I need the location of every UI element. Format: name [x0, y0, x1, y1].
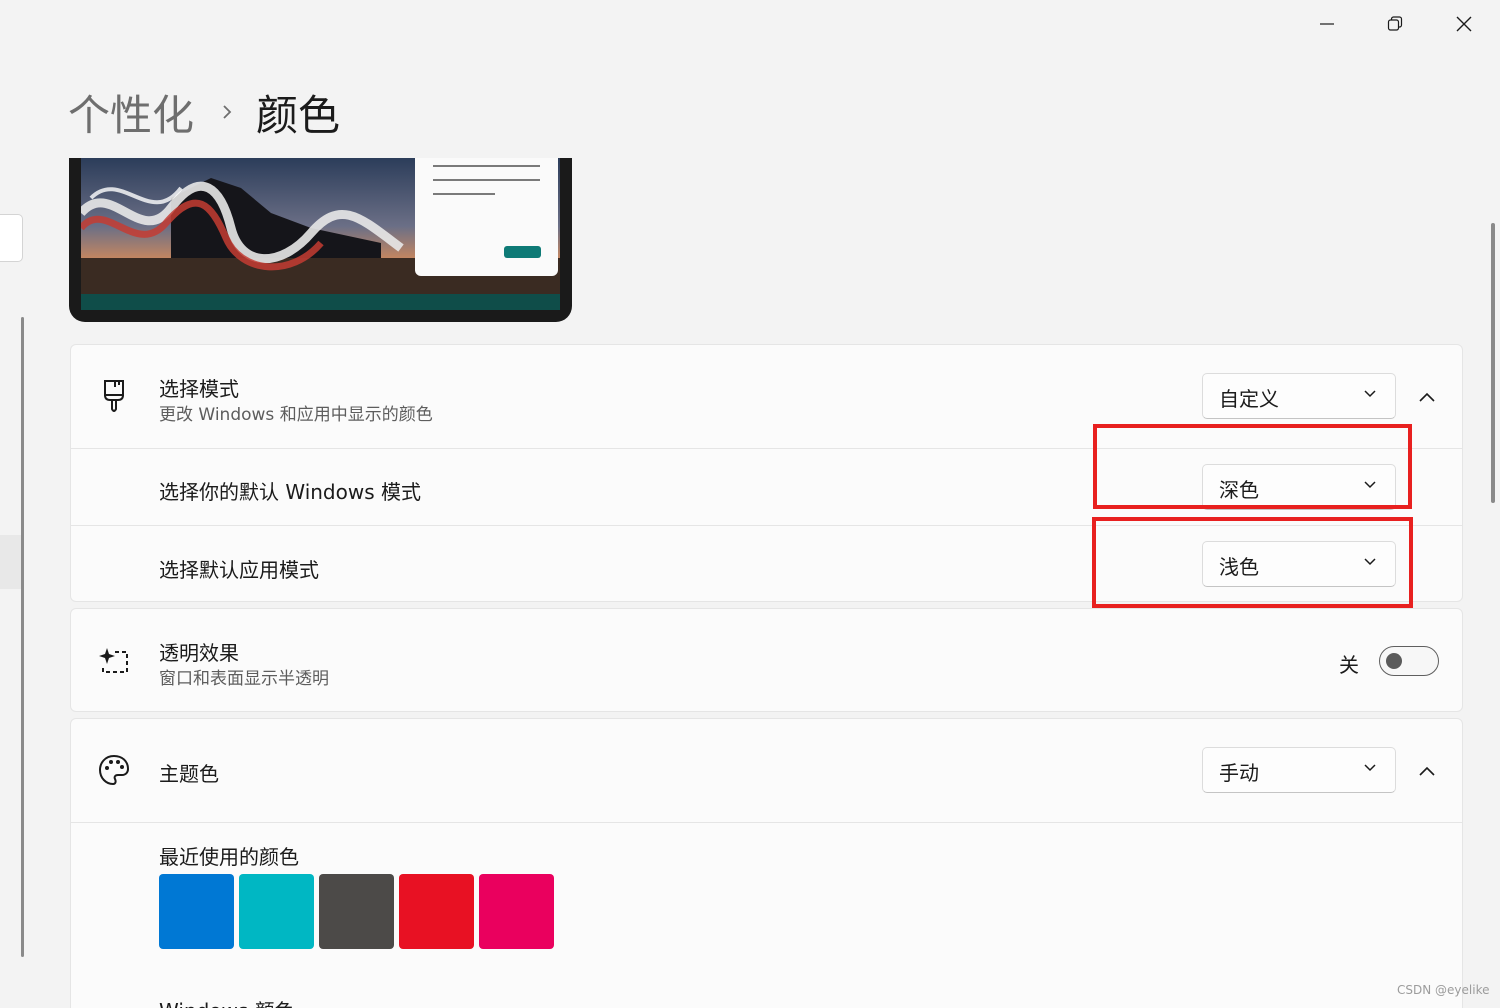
app-mode-dropdown[interactable]: 浅色: [1202, 541, 1396, 587]
restore-icon: [1387, 16, 1403, 31]
color-swatch[interactable]: [319, 874, 394, 949]
accent-palette-section: 最近使用的颜色 Windows 颜色: [71, 822, 1462, 1008]
mode-description: 更改 Windows 和应用中显示的颜色: [159, 405, 433, 425]
accent-expand-button[interactable]: [1414, 758, 1440, 784]
close-icon: [1456, 16, 1472, 32]
transparency-title: 透明效果: [159, 641, 239, 665]
transparency-description: 窗口和表面显示半透明: [159, 669, 329, 689]
chevron-up-icon: [1419, 766, 1435, 776]
mode-dropdown-value: 自定义: [1219, 387, 1279, 411]
transparency-row[interactable]: 透明效果 窗口和表面显示半透明 关: [71, 609, 1462, 711]
windows-mode-row: 选择你的默认 Windows 模式 深色: [71, 448, 1462, 525]
accent-dropdown-value: 手动: [1219, 761, 1259, 785]
recent-colors-label: 最近使用的颜色: [159, 845, 299, 869]
preview-window: [415, 158, 558, 276]
windows-mode-label: 选择你的默认 Windows 模式: [159, 480, 421, 504]
search-icon: [0, 229, 1, 243]
accent-row[interactable]: 主题色 手动: [71, 719, 1462, 822]
paintbrush-icon: [104, 380, 124, 412]
chevron-down-icon: [1364, 481, 1376, 489]
chevron-down-icon: [1364, 764, 1376, 772]
mode-title: 选择模式: [159, 377, 239, 401]
chevron-right-icon: [220, 103, 234, 121]
transparency-sparkle-icon: [99, 648, 128, 673]
minimize-icon: [1320, 23, 1334, 25]
theme-preview: [69, 158, 572, 322]
mode-expand-button[interactable]: [1414, 384, 1440, 410]
mode-card: 选择模式 更改 Windows 和应用中显示的颜色 自定义 选择你的默认 Win…: [70, 344, 1463, 602]
watermark: CSDN @eyelike: [1397, 983, 1490, 997]
preview-taskbar: [81, 294, 560, 310]
accent-title: 主题色: [159, 762, 219, 786]
windows-colors-label: Windows 颜色: [159, 995, 295, 1008]
chevron-down-icon: [1364, 390, 1376, 398]
color-swatch[interactable]: [399, 874, 474, 949]
color-swatch[interactable]: [239, 874, 314, 949]
page-title: 颜色: [256, 90, 341, 140]
breadcrumb: 个性化 颜色: [68, 82, 340, 142]
toggle-knob: [1386, 653, 1402, 669]
windows-mode-dropdown-value: 深色: [1219, 478, 1259, 502]
minimize-button[interactable]: [1304, 6, 1350, 42]
accent-card: 主题色 手动 最近使用的颜色 Windows 颜色: [70, 718, 1463, 1008]
transparency-state-label: 关: [1339, 653, 1359, 677]
restore-button[interactable]: [1372, 6, 1418, 42]
preview-accent-button: [504, 246, 541, 258]
nav-scrollbar[interactable]: [21, 317, 24, 957]
transparency-toggle[interactable]: [1379, 646, 1439, 676]
mode-dropdown[interactable]: 自定义: [1202, 373, 1396, 419]
page-scrollbar[interactable]: [1491, 223, 1495, 503]
app-mode-label: 选择默认应用模式: [159, 558, 319, 582]
app-mode-dropdown-value: 浅色: [1219, 555, 1259, 579]
color-swatch[interactable]: [479, 874, 554, 949]
mode-row[interactable]: 选择模式 更改 Windows 和应用中显示的颜色 自定义: [71, 345, 1462, 448]
breadcrumb-parent-personalization[interactable]: 个性化: [68, 82, 194, 143]
chevron-up-icon: [1419, 392, 1435, 402]
nav-search-box[interactable]: [0, 214, 23, 262]
windows-mode-dropdown[interactable]: 深色: [1202, 464, 1396, 510]
preview-wallpaper: [81, 158, 560, 310]
palette-icon: [98, 754, 130, 786]
color-swatch[interactable]: [159, 874, 234, 949]
transparency-card: 透明效果 窗口和表面显示半透明 关: [70, 608, 1463, 712]
app-mode-row: 选择默认应用模式 浅色: [71, 525, 1462, 601]
accent-dropdown[interactable]: 手动: [1202, 747, 1396, 793]
chevron-down-icon: [1364, 558, 1376, 566]
close-button[interactable]: [1441, 6, 1487, 42]
